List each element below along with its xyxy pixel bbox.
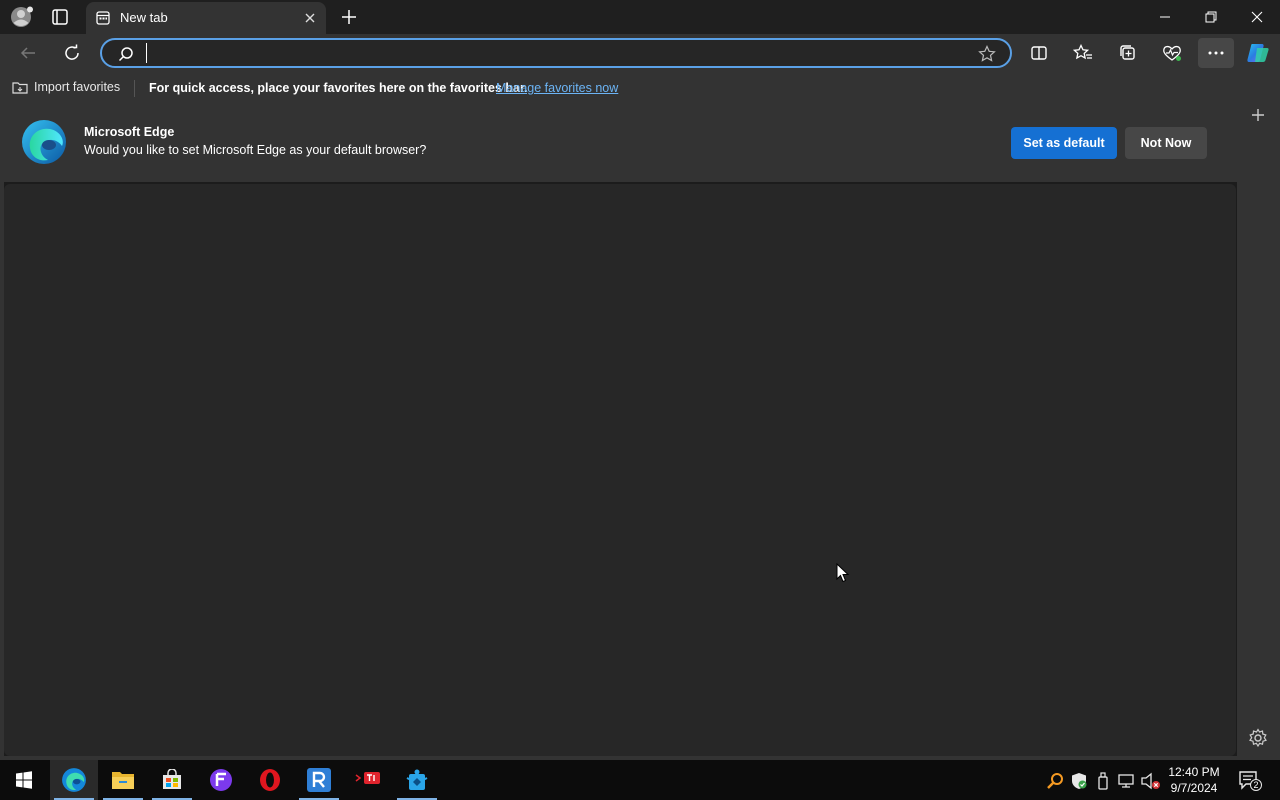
tab-actions-icon[interactable] [48, 6, 72, 28]
favorites-bar: Import favorites For quick access, place… [0, 72, 1280, 104]
infobar-title: Microsoft Edge [84, 125, 175, 139]
manage-favorites-link[interactable]: Manage favorites now [496, 81, 618, 95]
tray-volume-muted-icon[interactable] [1141, 772, 1160, 790]
add-sidebar-app-icon[interactable] [1249, 106, 1267, 124]
tray-network-icon[interactable] [1117, 772, 1135, 790]
address-input[interactable] [146, 43, 946, 63]
new-tab-page-icon [96, 11, 110, 25]
close-tab-icon[interactable] [302, 10, 318, 26]
set-as-default-button[interactable]: Set as default [1011, 127, 1117, 159]
sidebar-settings-gear-icon[interactable] [1248, 728, 1268, 748]
notification-count-badge: 2 [1250, 779, 1262, 791]
favorites-bar-message: For quick access, place your favorites h… [149, 81, 528, 95]
tab-strip: New tab [0, 0, 1280, 34]
refresh-icon[interactable] [56, 38, 88, 68]
split-screen-icon[interactable] [1023, 38, 1055, 68]
clock-date: 9/7/2024 [1170, 781, 1218, 795]
mouse-cursor-icon [836, 563, 850, 583]
add-favorite-star-icon[interactable] [978, 45, 996, 63]
start-button-icon[interactable] [0, 760, 48, 800]
copilot-icon[interactable] [1242, 38, 1274, 68]
taskbar-opera-icon[interactable] [246, 760, 294, 800]
import-favorites-button[interactable]: Import favorites [12, 80, 120, 94]
taskbar-app-f-icon[interactable] [197, 760, 245, 800]
search-icon [118, 46, 134, 62]
action-center-notifications-icon[interactable]: 2 [1238, 770, 1262, 792]
address-bar[interactable] [100, 38, 1012, 68]
import-favorites-icon [12, 80, 28, 94]
taskbar-edge-icon[interactable] [50, 760, 98, 800]
collections-icon[interactable] [1112, 38, 1144, 68]
browser-essentials-icon[interactable] [1156, 38, 1188, 68]
not-now-button[interactable]: Not Now [1125, 127, 1207, 159]
new-tab-plus-icon[interactable] [338, 6, 360, 28]
taskbar-app-blue-icon[interactable] [393, 760, 441, 800]
close-window-icon[interactable] [1234, 0, 1280, 34]
taskbar-store-icon[interactable] [148, 760, 196, 800]
restore-icon[interactable] [1188, 0, 1234, 34]
taskbar-clock[interactable]: 12:40 PM 9/7/2024 [1162, 764, 1226, 796]
taskbar-file-explorer-icon[interactable] [99, 760, 147, 800]
sidebar [1237, 72, 1280, 756]
taskbar-app-r-icon[interactable] [295, 760, 343, 800]
profile-avatar-icon[interactable] [10, 6, 34, 28]
windows-taskbar: 12:40 PM 9/7/2024 2 [0, 760, 1280, 800]
tray-search-tool-icon[interactable] [1046, 772, 1064, 790]
infobar-message: Would you like to set Microsoft Edge as … [84, 143, 427, 157]
tab-title: New tab [120, 10, 168, 25]
taskbar-app-ti-icon[interactable] [344, 760, 392, 800]
back-arrow-icon[interactable] [12, 38, 44, 68]
favorites-bar-divider [134, 80, 135, 97]
navigation-toolbar [0, 34, 1280, 72]
tab-new-tab[interactable]: New tab [86, 2, 326, 34]
tray-security-shield-icon[interactable] [1070, 772, 1088, 790]
favorites-icon[interactable] [1067, 38, 1099, 68]
edge-logo-icon [20, 118, 68, 166]
minimize-icon[interactable] [1142, 0, 1188, 34]
tray-usb-device-icon[interactable] [1094, 772, 1112, 790]
import-favorites-label: Import favorites [34, 80, 121, 94]
default-browser-infobar: Microsoft Edge Would you like to set Mic… [0, 104, 1237, 182]
settings-and-more-icon[interactable] [1198, 38, 1234, 68]
clock-time: 12:40 PM [1168, 765, 1220, 779]
page-content-area[interactable] [4, 184, 1236, 756]
